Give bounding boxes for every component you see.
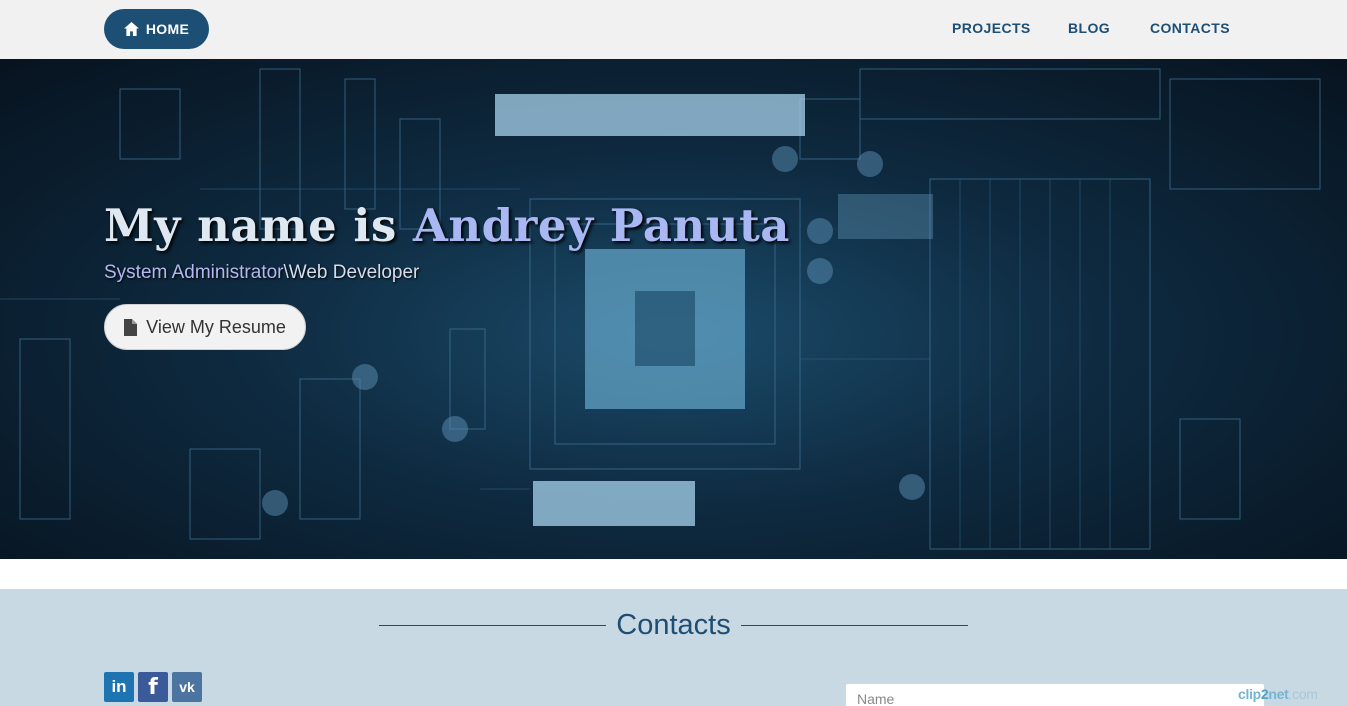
facebook-icon[interactable]: f [138,672,168,702]
heading-divider-left [379,625,607,626]
view-resume-label: View My Resume [146,316,286,337]
nav-link-blog[interactable]: BLOG [1068,20,1110,36]
vk-icon[interactable]: vk [172,672,202,702]
hero-subtitle: System Administrator\Web Developer [104,262,419,284]
hero-banner: My name is Andrey Panuta System Administ… [0,59,1347,559]
home-icon [123,22,139,36]
navbar: HOME PROJECTS BLOG CONTACTS [0,0,1347,59]
watermark-clip: clip [1238,686,1261,702]
watermark-domain: .com [1288,686,1318,702]
name-field[interactable] [845,683,1265,706]
hero-title-name: Andrey Panuta [413,199,790,252]
contacts-section: Contacts in f vk [0,589,1347,706]
view-resume-button[interactable]: View My Resume [104,304,306,350]
contacts-heading: Contacts [0,609,1347,642]
nav-link-projects[interactable]: PROJECTS [952,20,1031,36]
hero-subtitle-role-admin: System Administrator [104,262,284,283]
home-button[interactable]: HOME [104,9,209,49]
hero-title-prefix: My name is [104,199,414,252]
home-label: HOME [145,21,190,37]
linkedin-icon[interactable]: in [104,672,134,702]
contacts-title: Contacts [616,609,731,641]
file-icon [124,318,138,336]
hero-subtitle-role-web: \Web Developer [283,262,420,283]
heading-divider-right [740,625,968,626]
hero-title: My name is Andrey Panuta [104,199,790,252]
clip2net-watermark: clip2net.com [1238,686,1318,702]
social-links: in f vk [104,672,202,702]
nav-link-contacts[interactable]: CONTACTS [1150,20,1230,36]
watermark-net: net [1268,686,1289,702]
